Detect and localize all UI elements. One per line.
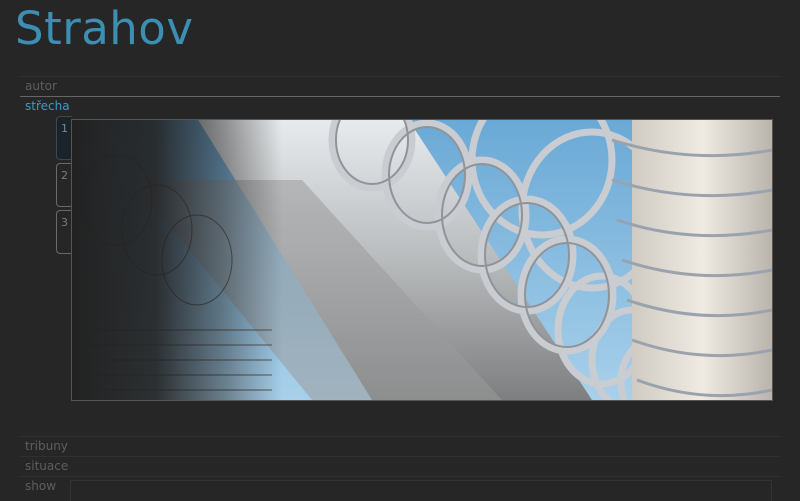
gallery-tab-2[interactable]: 2 bbox=[56, 163, 72, 207]
gallery-image[interactable] bbox=[71, 119, 773, 401]
section-panel-strecha: 1 2 3 bbox=[20, 116, 780, 436]
show-panel-frame bbox=[70, 480, 772, 501]
section-header-strecha[interactable]: střecha bbox=[20, 96, 780, 116]
gallery-tabs: 1 2 3 bbox=[56, 116, 72, 257]
roof-render-image bbox=[72, 120, 772, 400]
section-header-tribuny[interactable]: tribuny bbox=[20, 436, 780, 456]
section-header-situace[interactable]: situace bbox=[20, 456, 780, 476]
section-header-autor[interactable]: autor bbox=[20, 76, 780, 96]
section-accordion: autor střecha 1 2 3 tribuny situace show bbox=[20, 76, 780, 496]
site-title: Strahov bbox=[15, 2, 194, 55]
gallery-tab-1[interactable]: 1 bbox=[56, 116, 72, 160]
gallery-tab-3[interactable]: 3 bbox=[56, 210, 72, 254]
